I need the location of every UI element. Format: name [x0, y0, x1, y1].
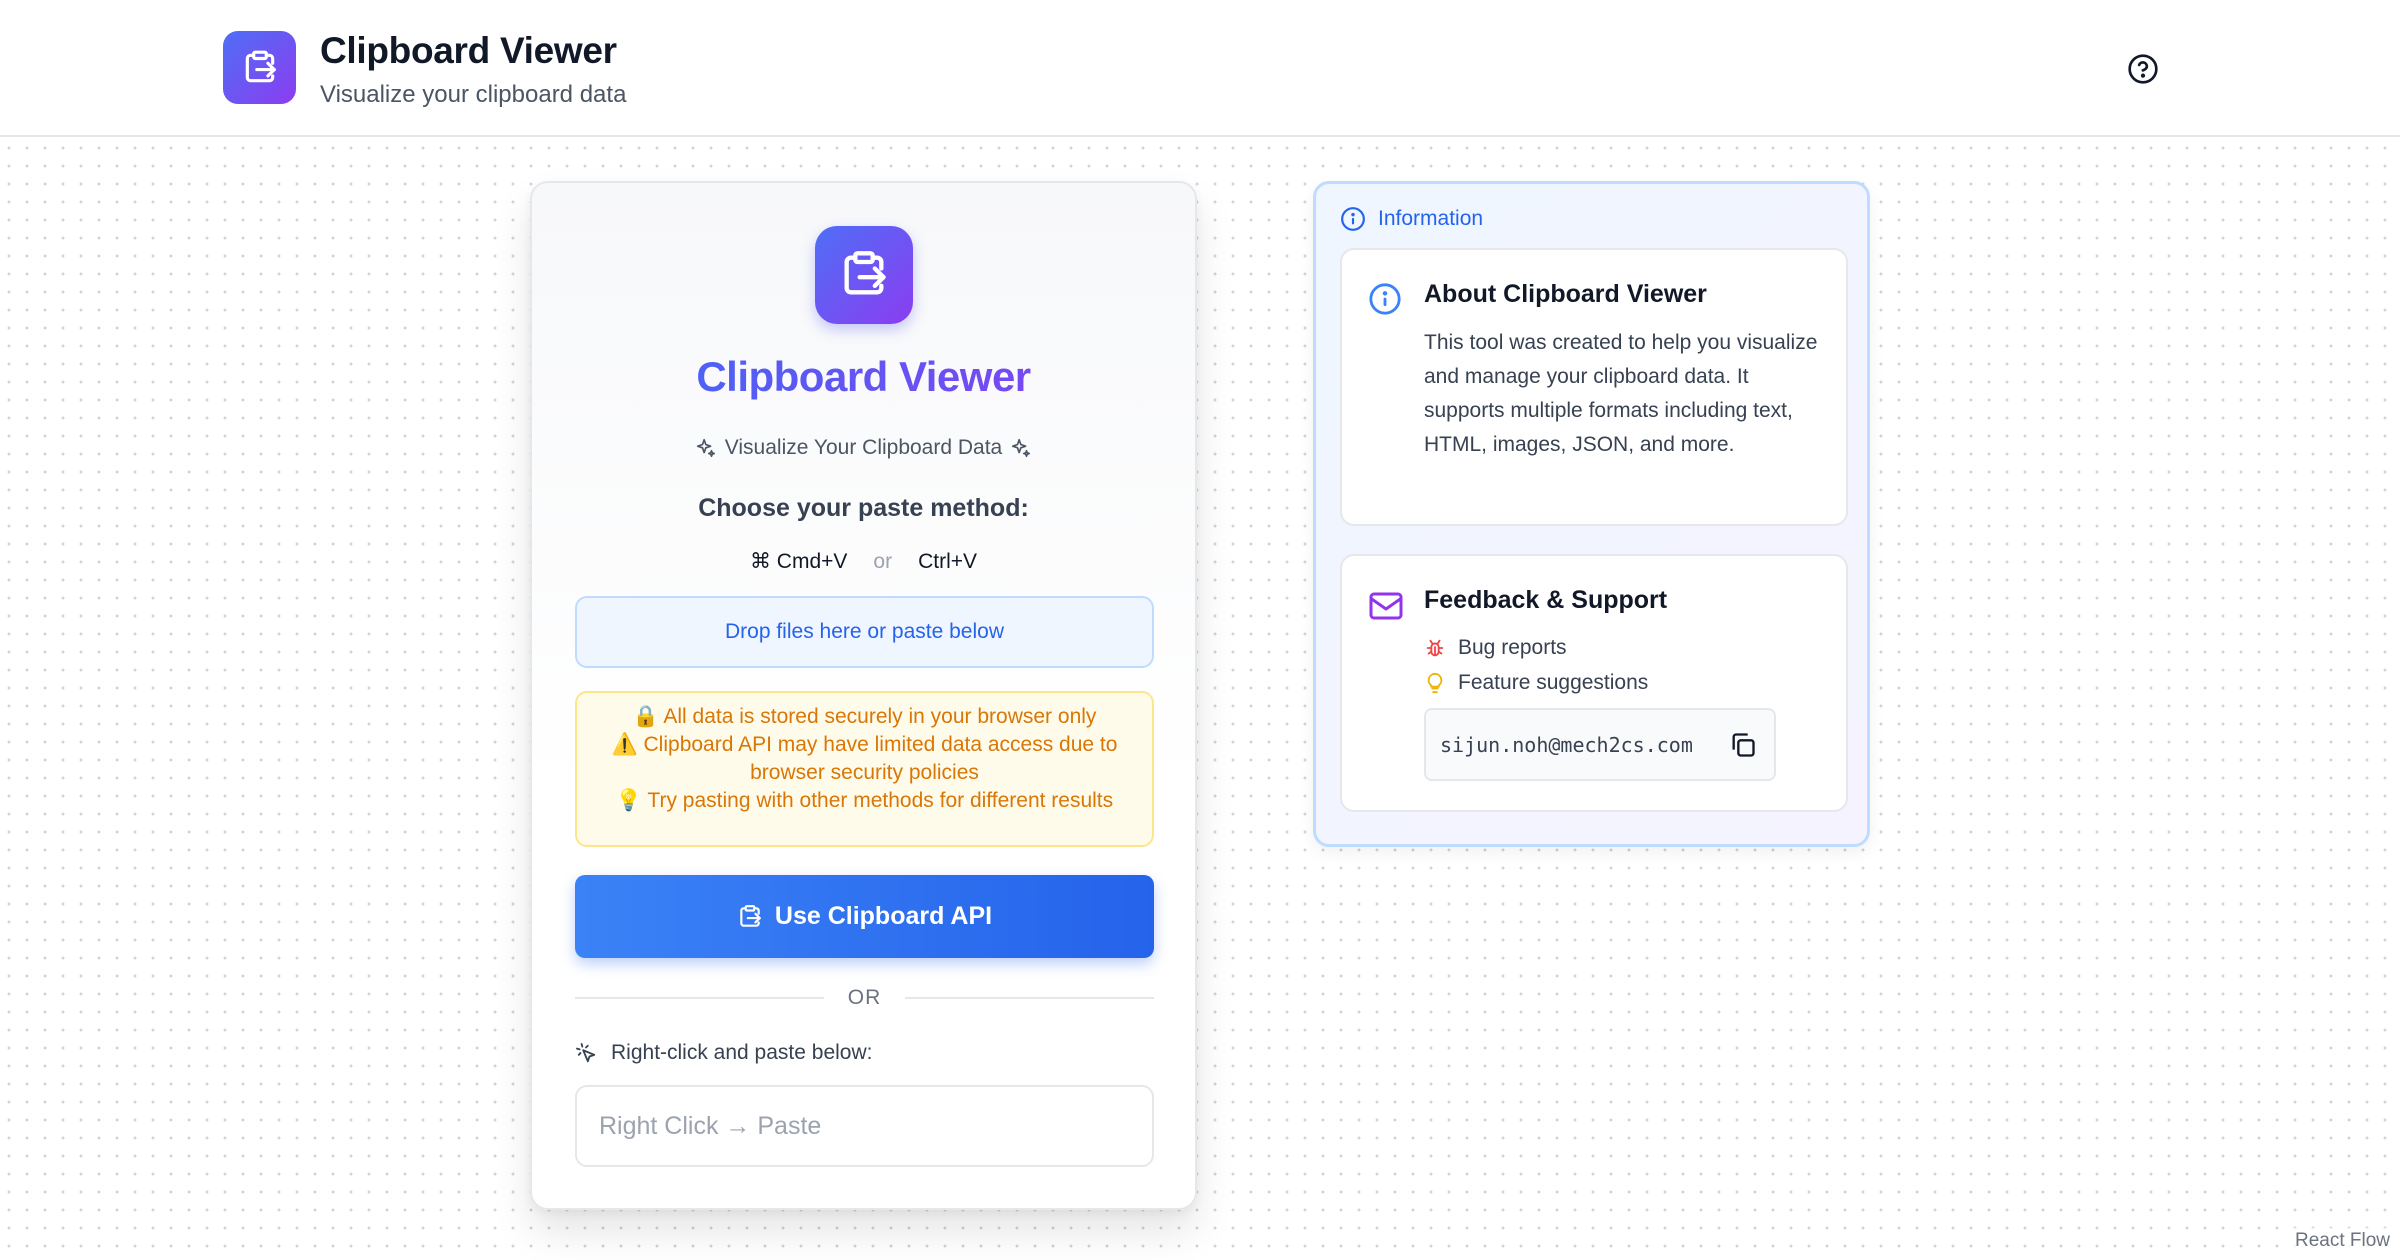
paste-method-heading: Choose your paste method: [698, 494, 1029, 522]
list-item: Feature suggestions [1424, 665, 1648, 700]
divider-rule [575, 997, 824, 999]
email-box: sijun.noh@mech2cs.com [1424, 708, 1776, 781]
app-logo [223, 31, 296, 104]
about-card: About Clipboard Viewer This tool was cre… [1340, 248, 1848, 526]
notice-line: ⚠️ Clipboard API may have limited data a… [611, 733, 1118, 784]
right-click-label: Right-click and paste below: [575, 1041, 872, 1065]
copy-email-button[interactable] [1726, 728, 1760, 762]
tagline-text: Visualize Your Clipboard Data [724, 436, 1003, 459]
paste-card: Clipboard Viewer Visualize Your Clipboar… [530, 181, 1197, 1210]
app-subtitle: Visualize your clipboard data [320, 81, 627, 108]
security-notice: 🔒 All data is stored securely in your br… [575, 691, 1154, 847]
information-panel: Information About Clipboard Viewer This … [1313, 181, 1870, 847]
clipboard-export-icon [245, 50, 276, 82]
bug-icon [1426, 639, 1444, 656]
card-tagline: Visualize Your Clipboard Data [532, 436, 1195, 460]
lightbulb-icon [1427, 672, 1443, 693]
notice-line: 🔒 All data is stored securely in your br… [632, 705, 1097, 728]
sparkles-icon [1012, 438, 1031, 458]
clipboard-export-icon [740, 904, 761, 927]
clipboard-export-icon [844, 251, 886, 295]
flow-canvas[interactable]: Clipboard Viewer Visualize Your Clipboar… [0, 139, 2400, 1260]
use-clipboard-api-button[interactable]: Use Clipboard API [575, 875, 1154, 958]
about-title: About Clipboard Viewer [1424, 280, 1707, 308]
react-flow-attribution[interactable]: React Flow [2290, 1228, 2394, 1254]
support-email[interactable]: sijun.noh@mech2cs.com [1440, 733, 1693, 757]
card-logo [815, 226, 913, 324]
shortcut-or: or [873, 549, 893, 573]
information-heading-text: Information [1378, 207, 1484, 230]
api-button-label: Use Clipboard API [774, 902, 993, 930]
info-icon [1341, 207, 1365, 231]
information-heading: Information [1340, 206, 1483, 232]
mail-icon [1369, 592, 1403, 620]
shortcut-row: ⌘ Cmd+V or Ctrl+V [532, 549, 1195, 574]
notice-line: 💡 Try pasting with other methods for dif… [615, 789, 1114, 812]
feedback-card: Feedback & Support Bug reports Feature s… [1340, 554, 1848, 812]
about-text: This tool was created to help you visual… [1424, 331, 1818, 456]
feedback-title: Feedback & Support [1424, 586, 1668, 614]
right-click-label-text: Right-click and paste below: [611, 1041, 873, 1064]
paste-input[interactable] [575, 1085, 1154, 1167]
divider-rule [905, 997, 1154, 999]
info-icon [1369, 283, 1401, 315]
app-title: Clipboard Viewer [320, 30, 617, 71]
divider-label: OR [847, 986, 882, 1009]
shortcut-mac: ⌘ Cmd+V [749, 550, 848, 573]
card-title: Clipboard Viewer [532, 353, 1195, 401]
copy-icon [1732, 732, 1755, 757]
mouse-pointer-click-icon [576, 1043, 596, 1063]
app-header: Clipboard Viewer Visualize your clipboar… [0, 0, 2400, 137]
file-dropzone[interactable]: Drop files here or paste below [575, 596, 1154, 668]
or-divider: OR [575, 983, 1154, 1013]
list-item: Bug reports [1424, 630, 1648, 665]
sparkles-icon [696, 438, 715, 458]
help-circle-icon [2128, 54, 2158, 84]
feedback-item-text: Feature suggestions [1458, 670, 1649, 694]
help-button[interactable] [2126, 52, 2160, 86]
shortcut-win: Ctrl+V [918, 549, 978, 573]
feedback-list: Bug reports Feature suggestions [1424, 630, 1648, 700]
feedback-item-text: Bug reports [1458, 635, 1567, 659]
